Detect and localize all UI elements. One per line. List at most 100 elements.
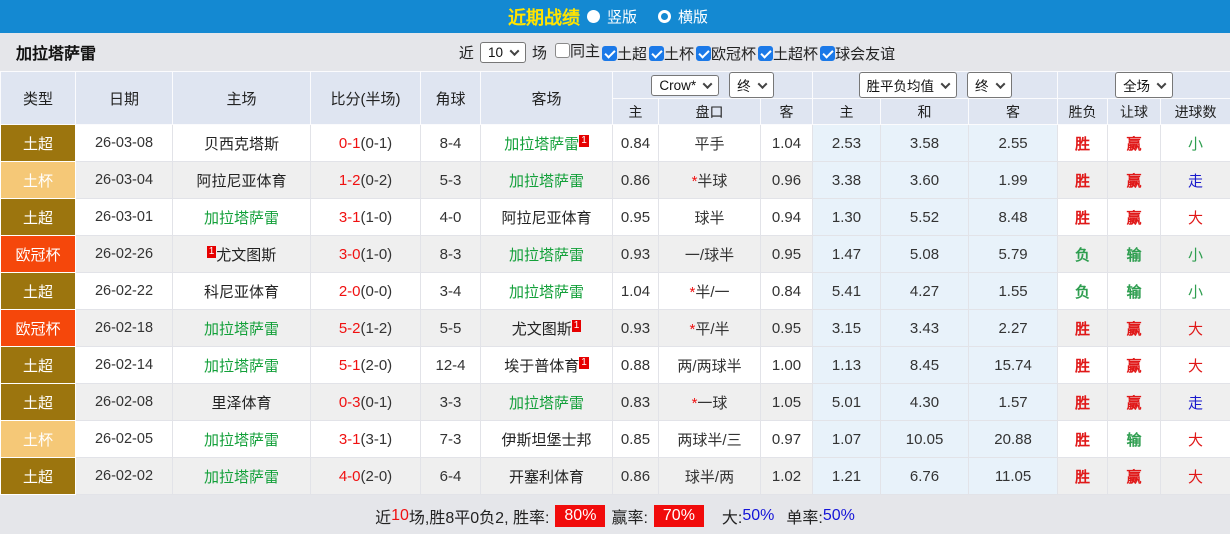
vertical-layout-radio[interactable] — [586, 10, 600, 23]
single-rate-label: 单率: — [786, 509, 823, 527]
odds-home-cell: 0.95 — [612, 198, 659, 236]
away-team-cell: 加拉塔萨雷 — [480, 235, 613, 273]
table-row: 土超 26-03-08 贝西克塔斯 0-1(0-1) 8-4 加拉塔萨雷 1 0.… — [0, 124, 1230, 162]
filter-bar: 加拉塔萨雷 近 10 场 同主 土超 土杯 欧冠杯 土超杯 球会友谊 — [0, 33, 1230, 71]
table-row: 欧冠杯 26-02-26 1 尤文图斯 3-0(1-0) 8-3 加拉塔萨雷 0.… — [0, 235, 1230, 273]
league-filter-checkbox[interactable]: 同主 — [554, 40, 600, 61]
avg-away-cell: 5.79 — [968, 235, 1059, 273]
handicap-cell: 平手 — [658, 124, 761, 162]
checkbox-icon[interactable] — [554, 42, 570, 58]
handicap-value: 一球 — [697, 394, 728, 412]
match-count-select[interactable]: 10 — [479, 41, 526, 63]
subcol-result: 胜负 — [1057, 98, 1109, 125]
checkbox-icon[interactable] — [649, 46, 665, 62]
avg-home-cell: 2.53 — [812, 124, 882, 162]
big-rate-value: 50% — [742, 506, 775, 524]
checkbox-icon[interactable] — [758, 46, 774, 62]
league-filter-checkbox[interactable]: 土超杯 — [758, 43, 818, 64]
checkbox-icon[interactable] — [602, 46, 617, 62]
avg-away-cell: 2.27 — [968, 309, 1059, 347]
score-cell: 3-1(3-1) — [310, 420, 421, 458]
subcol-handicap-result: 让球 — [1107, 98, 1162, 125]
away-team-cell: 开塞利体育 — [480, 457, 613, 495]
handicap-value: 平手 — [694, 135, 725, 153]
table-row: 土超 26-02-08 里泽体育 0-3(0-1) 3-3 加拉塔萨雷 0.83… — [0, 383, 1230, 421]
match-type-cell: 土超 — [0, 198, 76, 236]
home-team-name: 贝西克塔斯 — [203, 135, 279, 153]
league-filter-checkbox[interactable]: 欧冠杯 — [696, 43, 756, 64]
league-filter-checkbox[interactable]: 土超 — [602, 43, 647, 64]
match-type-cell: 土杯 — [0, 161, 76, 199]
away-team-cell: 埃于普体育 1 — [480, 346, 613, 384]
checkbox-icon[interactable] — [820, 46, 836, 62]
halftime-score: (2-0) — [360, 356, 393, 374]
away-team-cell: 伊斯坦堡士邦 — [480, 420, 613, 458]
away-team-cell: 尤文图斯 1 — [480, 309, 613, 347]
odds-away-cell: 1.05 — [759, 383, 814, 421]
chevron-down-icon — [702, 78, 713, 89]
score-cell: 3-1(1-0) — [310, 198, 421, 236]
col-header-score: 比分(半场) — [310, 71, 421, 125]
odds-time-select[interactable]: 终 — [729, 72, 774, 98]
avg-draw-cell: 3.58 — [880, 124, 970, 162]
scope-select[interactable]: 全场 — [1115, 72, 1174, 98]
chevron-down-icon — [995, 78, 1005, 89]
summary-prefix: 近 — [375, 509, 392, 527]
summary-stats: 场,胜8平0负2, 胜率: — [408, 509, 550, 527]
handicap-value: 半/一 — [695, 283, 730, 301]
table-row: 土超 26-02-22 科尼亚体育 2-0(0-0) 3-4 加拉塔萨雷 1.0… — [0, 272, 1230, 310]
table-row: 土超 26-03-01 加拉塔萨雷 3-1(1-0) 4-0 阿拉尼亚体育 0.… — [0, 198, 1230, 236]
match-date-cell: 26-02-18 — [75, 309, 173, 347]
avg-group-header: 胜平负均值 终 — [812, 71, 1059, 99]
avg-draw-cell: 5.52 — [880, 198, 970, 236]
checkbox-icon[interactable] — [696, 46, 712, 62]
match-rows: 土超 26-03-08 贝西克塔斯 0-1(0-1) 8-4 加拉塔萨雷 1 0.… — [0, 124, 1230, 495]
match-date-cell: 26-03-08 — [75, 124, 173, 162]
handicap-value: 球半 — [694, 209, 725, 227]
odds-home-cell: 0.93 — [612, 309, 659, 347]
avg-home-cell: 1.30 — [812, 198, 882, 236]
odds-company-select[interactable]: Crow* — [651, 74, 720, 96]
home-team-cell: 加拉塔萨雷 — [172, 420, 311, 458]
score-cell: 1-2(0-2) — [310, 161, 421, 199]
subcol-avg-draw: 和 — [880, 98, 970, 125]
col-header-home: 主场 — [172, 71, 311, 125]
halftime-score: (1-0) — [360, 208, 393, 226]
match-date-cell: 26-02-02 — [75, 457, 173, 495]
fulltime-score: 3-1 — [338, 208, 361, 226]
home-team-cell: 加拉塔萨雷 — [172, 198, 311, 236]
odds-rate-badge: 70% — [653, 504, 704, 527]
fulltime-score: 2-0 — [338, 282, 361, 300]
vertical-layout-label[interactable]: 竖版 — [607, 6, 637, 27]
score-cell: 2-0(0-0) — [310, 272, 421, 310]
league-filter-checkbox[interactable]: 球会友谊 — [820, 43, 895, 64]
filters: 近 10 场 同主 土超 土杯 欧冠杯 土超杯 球会友谊 — [459, 40, 895, 65]
home-team-cell: 1 尤文图斯 — [172, 235, 311, 273]
page-title: 近期战绩 — [507, 7, 580, 28]
horizontal-layout-radio[interactable] — [658, 10, 671, 23]
top-bar: 近期战绩 竖版 横版 — [0, 0, 1230, 33]
goals-cell: 小 — [1160, 272, 1230, 310]
avg-time-select[interactable]: 终 — [967, 72, 1012, 98]
result-cell: 胜 — [1057, 124, 1109, 162]
away-team-name: 加拉塔萨雷 — [508, 246, 584, 264]
corner-cell: 8-4 — [420, 124, 481, 162]
corner-cell: 3-4 — [420, 272, 481, 310]
avg-draw-cell: 4.27 — [880, 272, 970, 310]
home-team-name: 加拉塔萨雷 — [203, 320, 279, 338]
handicap-cell: *一球 — [658, 383, 761, 421]
home-team-name: 科尼亚体育 — [203, 283, 279, 301]
result-cell: 负 — [1057, 272, 1109, 310]
handicap-value: 半球 — [697, 172, 728, 190]
score-cell: 3-0(1-0) — [310, 235, 421, 273]
subcol-goals: 进球数 — [1160, 98, 1230, 125]
horizontal-layout-label[interactable]: 横版 — [678, 6, 708, 27]
avg-odds-select[interactable]: 胜平负均值 — [858, 72, 958, 98]
avg-away-cell: 1.57 — [968, 383, 1059, 421]
league-filter-checkbox[interactable]: 土杯 — [649, 43, 694, 64]
odds-home-cell: 0.86 — [612, 161, 659, 199]
handicap-result-cell: 输 — [1107, 420, 1162, 458]
avg-draw-cell: 5.08 — [880, 235, 970, 273]
result-cell: 胜 — [1057, 420, 1109, 458]
match-date-cell: 26-02-08 — [75, 383, 173, 421]
